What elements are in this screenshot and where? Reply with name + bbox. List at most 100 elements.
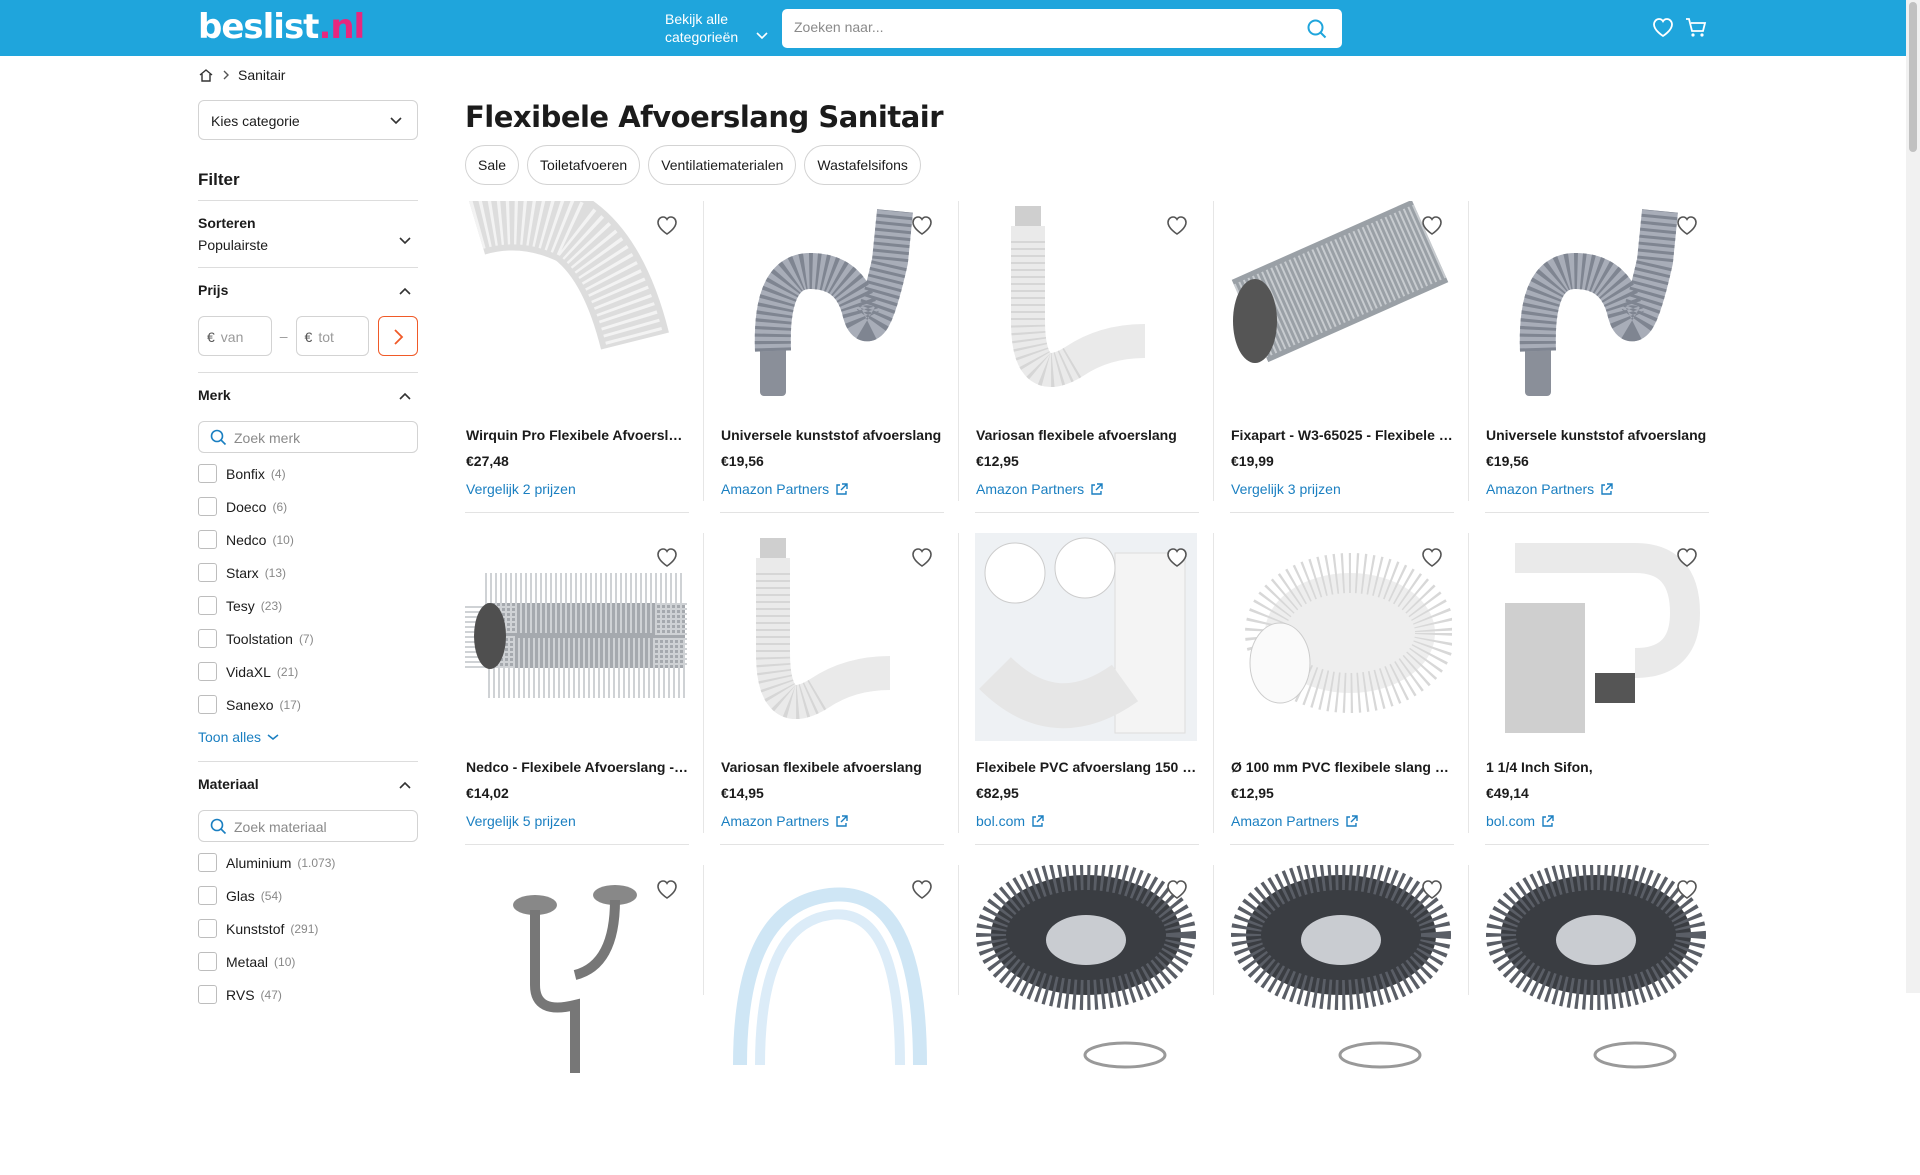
price-header[interactable]: Prijs bbox=[198, 282, 418, 302]
product-card[interactable] bbox=[1230, 865, 1452, 1175]
brand-option[interactable]: Toolstation (7) bbox=[198, 622, 418, 655]
brand-option[interactable]: Doeco (6) bbox=[198, 490, 418, 523]
checkbox[interactable] bbox=[198, 853, 217, 872]
shop-link[interactable]: Amazon Partners bbox=[721, 813, 848, 829]
checkbox[interactable] bbox=[198, 662, 217, 681]
product-card[interactable]: Fixapart - W3-65025 - Flexibele slang €19… bbox=[1230, 201, 1454, 513]
search-input[interactable] bbox=[794, 19, 1274, 35]
breadcrumb-item[interactable]: Sanitair bbox=[238, 67, 285, 83]
product-title[interactable]: Universele kunststof afvoerslang bbox=[1486, 427, 1708, 443]
heart-icon[interactable] bbox=[655, 214, 679, 236]
product-image[interactable] bbox=[1230, 201, 1452, 409]
checkbox[interactable] bbox=[198, 985, 217, 1004]
product-title[interactable]: 1 1/4 Inch Sifon, bbox=[1486, 759, 1708, 775]
product-image[interactable] bbox=[720, 533, 942, 741]
product-card[interactable]: Wirquin Pro Flexibele Afvoerslang 110mm €… bbox=[465, 201, 689, 513]
product-card[interactable] bbox=[975, 865, 1197, 1175]
heart-icon[interactable] bbox=[910, 214, 934, 236]
shop-link[interactable]: Amazon Partners bbox=[721, 481, 848, 497]
product-title[interactable]: Variosan flexibele afvoerslang bbox=[976, 427, 1198, 443]
heart-icon[interactable] bbox=[1420, 546, 1444, 568]
sort-section[interactable]: Sorteren Populairste bbox=[198, 201, 418, 268]
heart-icon[interactable] bbox=[910, 878, 934, 900]
heart-icon[interactable] bbox=[1165, 878, 1189, 900]
product-card[interactable]: Universele kunststof afvoerslang €19,56 Am… bbox=[1485, 201, 1709, 513]
heart-icon[interactable] bbox=[1675, 214, 1699, 236]
checkbox[interactable] bbox=[198, 629, 217, 648]
heart-icon[interactable] bbox=[1165, 214, 1189, 236]
checkbox[interactable] bbox=[198, 886, 217, 905]
product-image[interactable] bbox=[1485, 201, 1707, 409]
product-image[interactable] bbox=[1485, 865, 1707, 1073]
checkbox[interactable] bbox=[198, 497, 217, 516]
product-card[interactable] bbox=[465, 865, 687, 1175]
product-card[interactable]: Ø 100 mm PVC flexibele slang met klemmen… bbox=[1230, 533, 1454, 845]
shop-link[interactable]: Amazon Partners bbox=[1231, 813, 1358, 829]
compare-prices-link[interactable]: Vergelijk 5 prijzen bbox=[466, 813, 576, 829]
product-image[interactable] bbox=[1230, 865, 1452, 1073]
shop-link[interactable]: Amazon Partners bbox=[976, 481, 1103, 497]
price-apply-button[interactable] bbox=[378, 316, 418, 356]
product-title[interactable]: Wirquin Pro Flexibele Afvoerslang 110mm bbox=[466, 427, 688, 443]
product-image[interactable] bbox=[975, 533, 1197, 741]
brand-option[interactable]: Sanexo (17) bbox=[198, 688, 418, 721]
product-image[interactable] bbox=[975, 865, 1197, 1073]
material-header[interactable]: Materiaal bbox=[198, 776, 418, 796]
product-image[interactable] bbox=[1485, 533, 1707, 741]
product-card[interactable]: Universele kunststof afvoerslang €19,56 Am… bbox=[720, 201, 944, 513]
material-option[interactable]: RVS (47) bbox=[198, 978, 418, 1011]
home-icon[interactable] bbox=[198, 67, 214, 83]
material-option[interactable]: Kunststof (291) bbox=[198, 912, 418, 945]
chip-toiletafvoeren[interactable]: Toiletafvoeren bbox=[527, 145, 641, 185]
product-card[interactable]: Flexibele PVC afvoerslang 150 mm €82,95 bo… bbox=[975, 533, 1199, 845]
heart-icon[interactable] bbox=[910, 546, 934, 568]
checkbox[interactable] bbox=[198, 563, 217, 582]
search-icon[interactable] bbox=[1306, 18, 1328, 40]
heart-icon[interactable] bbox=[1420, 214, 1444, 236]
compare-prices-link[interactable]: Vergelijk 2 prijzen bbox=[466, 481, 576, 497]
page-scrollbar[interactable] bbox=[1906, 0, 1920, 993]
shop-link[interactable]: bol.com bbox=[976, 813, 1044, 829]
heart-icon[interactable] bbox=[1675, 878, 1699, 900]
product-image[interactable] bbox=[1230, 533, 1452, 741]
product-image[interactable] bbox=[720, 865, 942, 1073]
product-card[interactable]: Variosan flexibele afvoerslang €14,95 Amaz… bbox=[720, 533, 944, 845]
product-card[interactable]: 1 1/4 Inch Sifon, €49,14 bol.com bbox=[1485, 533, 1709, 845]
heart-icon[interactable] bbox=[1420, 878, 1444, 900]
chip-wastafelsifons[interactable]: Wastafelsifons bbox=[804, 145, 921, 185]
chip-ventilatiematerialen[interactable]: Ventilatiematerialen bbox=[648, 145, 797, 185]
product-title[interactable]: Nedco - Flexibele Afvoerslang - 100mm bbox=[466, 759, 688, 775]
heart-icon[interactable] bbox=[655, 546, 679, 568]
price-to-input[interactable]: € tot bbox=[295, 316, 370, 356]
all-categories-button[interactable]: Bekijk alle categorieën bbox=[665, 10, 768, 46]
brand-option[interactable]: Tesy (23) bbox=[198, 589, 418, 622]
checkbox[interactable] bbox=[198, 695, 217, 714]
product-title[interactable]: Fixapart - W3-65025 - Flexibele slang bbox=[1231, 427, 1453, 443]
material-search-input[interactable]: Zoek materiaal bbox=[198, 810, 418, 842]
product-card[interactable]: Variosan flexibele afvoerslang €12,95 Amaz… bbox=[975, 201, 1199, 513]
product-card[interactable]: Nedco - Flexibele Afvoerslang - 100mm €14… bbox=[465, 533, 689, 845]
product-card[interactable] bbox=[1485, 865, 1707, 1175]
shop-link[interactable]: Amazon Partners bbox=[1486, 481, 1613, 497]
brand-search-input[interactable]: Zoek merk bbox=[198, 421, 418, 453]
product-image[interactable] bbox=[975, 201, 1197, 409]
checkbox[interactable] bbox=[198, 596, 217, 615]
product-title[interactable]: Ø 100 mm PVC flexibele slang met klemmen bbox=[1231, 759, 1453, 775]
heart-icon[interactable] bbox=[655, 878, 679, 900]
compare-prices-link[interactable]: Vergelijk 3 prijzen bbox=[1231, 481, 1341, 497]
chip-sale[interactable]: Sale bbox=[465, 145, 520, 185]
checkbox[interactable] bbox=[198, 952, 217, 971]
brand-option[interactable]: VidaXL (21) bbox=[198, 655, 418, 688]
material-option[interactable]: Aluminium (1.073) bbox=[198, 846, 418, 879]
heart-icon[interactable] bbox=[1651, 16, 1675, 38]
cart-icon[interactable] bbox=[1684, 16, 1708, 38]
checkbox[interactable] bbox=[198, 919, 217, 938]
checkbox[interactable] bbox=[198, 530, 217, 549]
product-image[interactable] bbox=[465, 533, 687, 741]
heart-icon[interactable] bbox=[1165, 546, 1189, 568]
product-title[interactable]: Universele kunststof afvoerslang bbox=[721, 427, 943, 443]
price-from-input[interactable]: € van bbox=[198, 316, 272, 356]
checkbox[interactable] bbox=[198, 464, 217, 483]
product-image[interactable] bbox=[465, 865, 687, 1073]
material-option[interactable]: Glas (54) bbox=[198, 879, 418, 912]
